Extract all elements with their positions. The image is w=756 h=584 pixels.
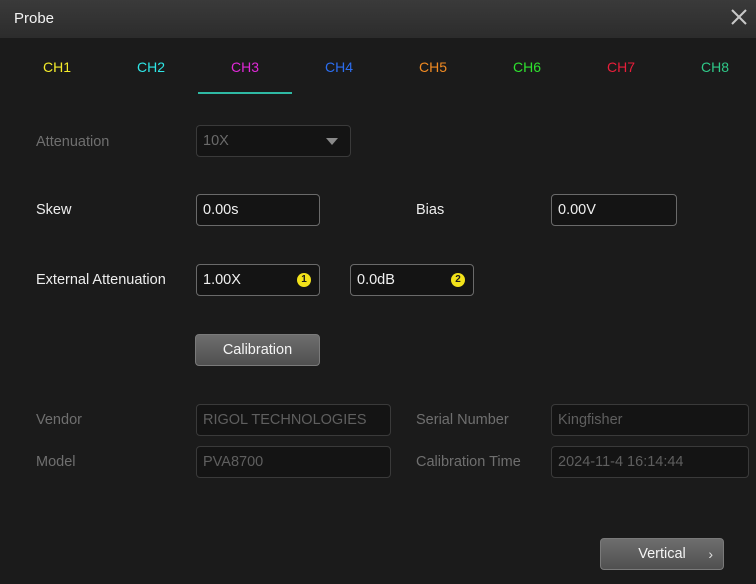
calibration-time-field: 2024-11-4 16:14:44 <box>551 446 749 478</box>
title-bar: Probe <box>0 0 756 39</box>
vendor-value: RIGOL TECHNOLOGIES <box>203 412 367 428</box>
dialog-title: Probe <box>14 10 55 27</box>
badge-1: 1 <box>297 273 311 287</box>
bias-value: 0.00V <box>558 202 596 218</box>
vendor-field: RIGOL TECHNOLOGIES <box>196 404 391 436</box>
attenuation-value: 10X <box>203 133 229 149</box>
external-attenuation-label: External Attenuation <box>36 272 166 288</box>
vertical-button-label: Vertical <box>638 546 686 562</box>
probe-dialog: Probe CH1 CH2 CH3 CH4 CH5 CH6 CH7 CH8 At… <box>0 0 756 584</box>
external-attenuation-db-value: 0.0dB <box>357 272 395 288</box>
vertical-button[interactable]: Vertical › <box>600 538 724 570</box>
model-label: Model <box>36 454 76 470</box>
chevron-right-icon: › <box>708 546 713 562</box>
skew-value: 0.00s <box>203 202 239 218</box>
selected-tab-indicator <box>198 92 292 94</box>
channel-tabs: CH1 CH2 CH3 CH4 CH5 CH6 CH7 CH8 <box>0 38 756 96</box>
calibration-time-value: 2024-11-4 16:14:44 <box>558 454 684 470</box>
bias-input[interactable]: 0.00V <box>551 194 677 226</box>
tab-ch7[interactable]: CH7 <box>574 38 668 96</box>
close-icon[interactable] <box>728 6 750 28</box>
calibration-time-label: Calibration Time <box>416 454 521 470</box>
tab-ch4[interactable]: CH4 <box>292 38 386 96</box>
serial-number-field: Kingfisher <box>551 404 749 436</box>
external-attenuation-ratio-value: 1.00X <box>203 272 241 288</box>
vendor-label: Vendor <box>36 412 82 428</box>
external-attenuation-ratio-input[interactable]: 1.00X 1 <box>196 264 320 296</box>
skew-input[interactable]: 0.00s <box>196 194 320 226</box>
external-attenuation-db-input[interactable]: 0.0dB 2 <box>350 264 474 296</box>
tab-ch1[interactable]: CH1 <box>10 38 104 96</box>
chevron-down-icon <box>326 138 338 145</box>
serial-number-label: Serial Number <box>416 412 509 428</box>
attenuation-dropdown[interactable]: 10X <box>196 125 351 157</box>
badge-2: 2 <box>451 273 465 287</box>
tab-ch2[interactable]: CH2 <box>104 38 198 96</box>
attenuation-label: Attenuation <box>36 134 110 150</box>
tab-ch6[interactable]: CH6 <box>480 38 574 96</box>
tab-ch5[interactable]: CH5 <box>386 38 480 96</box>
skew-label: Skew <box>36 202 72 218</box>
bias-label: Bias <box>416 202 445 218</box>
tab-ch8[interactable]: CH8 <box>668 38 756 96</box>
calibration-button[interactable]: Calibration <box>195 334 320 366</box>
model-value: PVA8700 <box>203 454 264 470</box>
tab-ch3[interactable]: CH3 <box>198 38 292 96</box>
serial-number-value: Kingfisher <box>558 412 623 428</box>
model-field: PVA8700 <box>196 446 391 478</box>
